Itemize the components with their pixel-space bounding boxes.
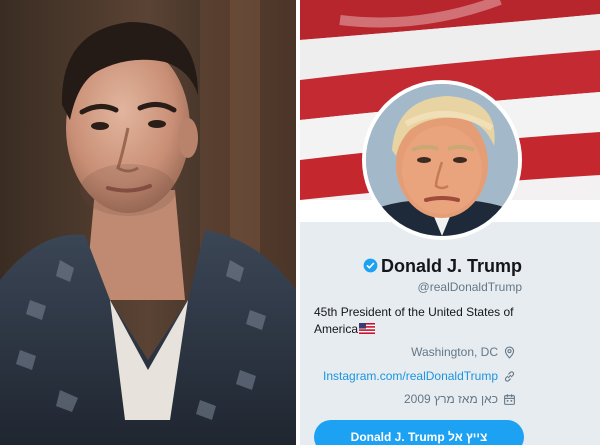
location-text: Washington, DC [411,345,498,359]
display-name[interactable]: Donald J. Trump [381,256,522,276]
screenshot-frame: Donald J. Trump @realDonaldTrump 45th Pr… [0,0,600,445]
profile-handle[interactable]: @realDonaldTrump [310,280,522,294]
profile-name-row: Donald J. Trump [310,256,522,277]
profile-website: Instagram.com/realDonaldTrump [323,369,516,383]
profile-joined-date: כאן מאז מרץ 2009 [404,392,516,406]
profile-bio: 45th President of the United States of A… [314,304,534,338]
tweet-to-button[interactable]: צייץ אל Donald J. Trump [314,420,524,445]
profile-location: Washington, DC [411,345,516,359]
map-pin-icon [503,346,516,359]
avatar[interactable] [362,80,522,240]
verified-badge-icon [363,258,378,273]
website-link[interactable]: Instagram.com/realDonaldTrump [323,369,498,383]
link-icon [503,370,516,383]
joined-text: כאן מאז מרץ 2009 [403,392,498,406]
us-flag-icon [359,322,376,334]
calendar-icon [503,393,516,406]
twitter-profile-card: Donald J. Trump @realDonaldTrump 45th Pr… [300,0,600,445]
portrait-photo [0,0,296,445]
bio-text: 45th President of the United States of A… [314,305,514,336]
